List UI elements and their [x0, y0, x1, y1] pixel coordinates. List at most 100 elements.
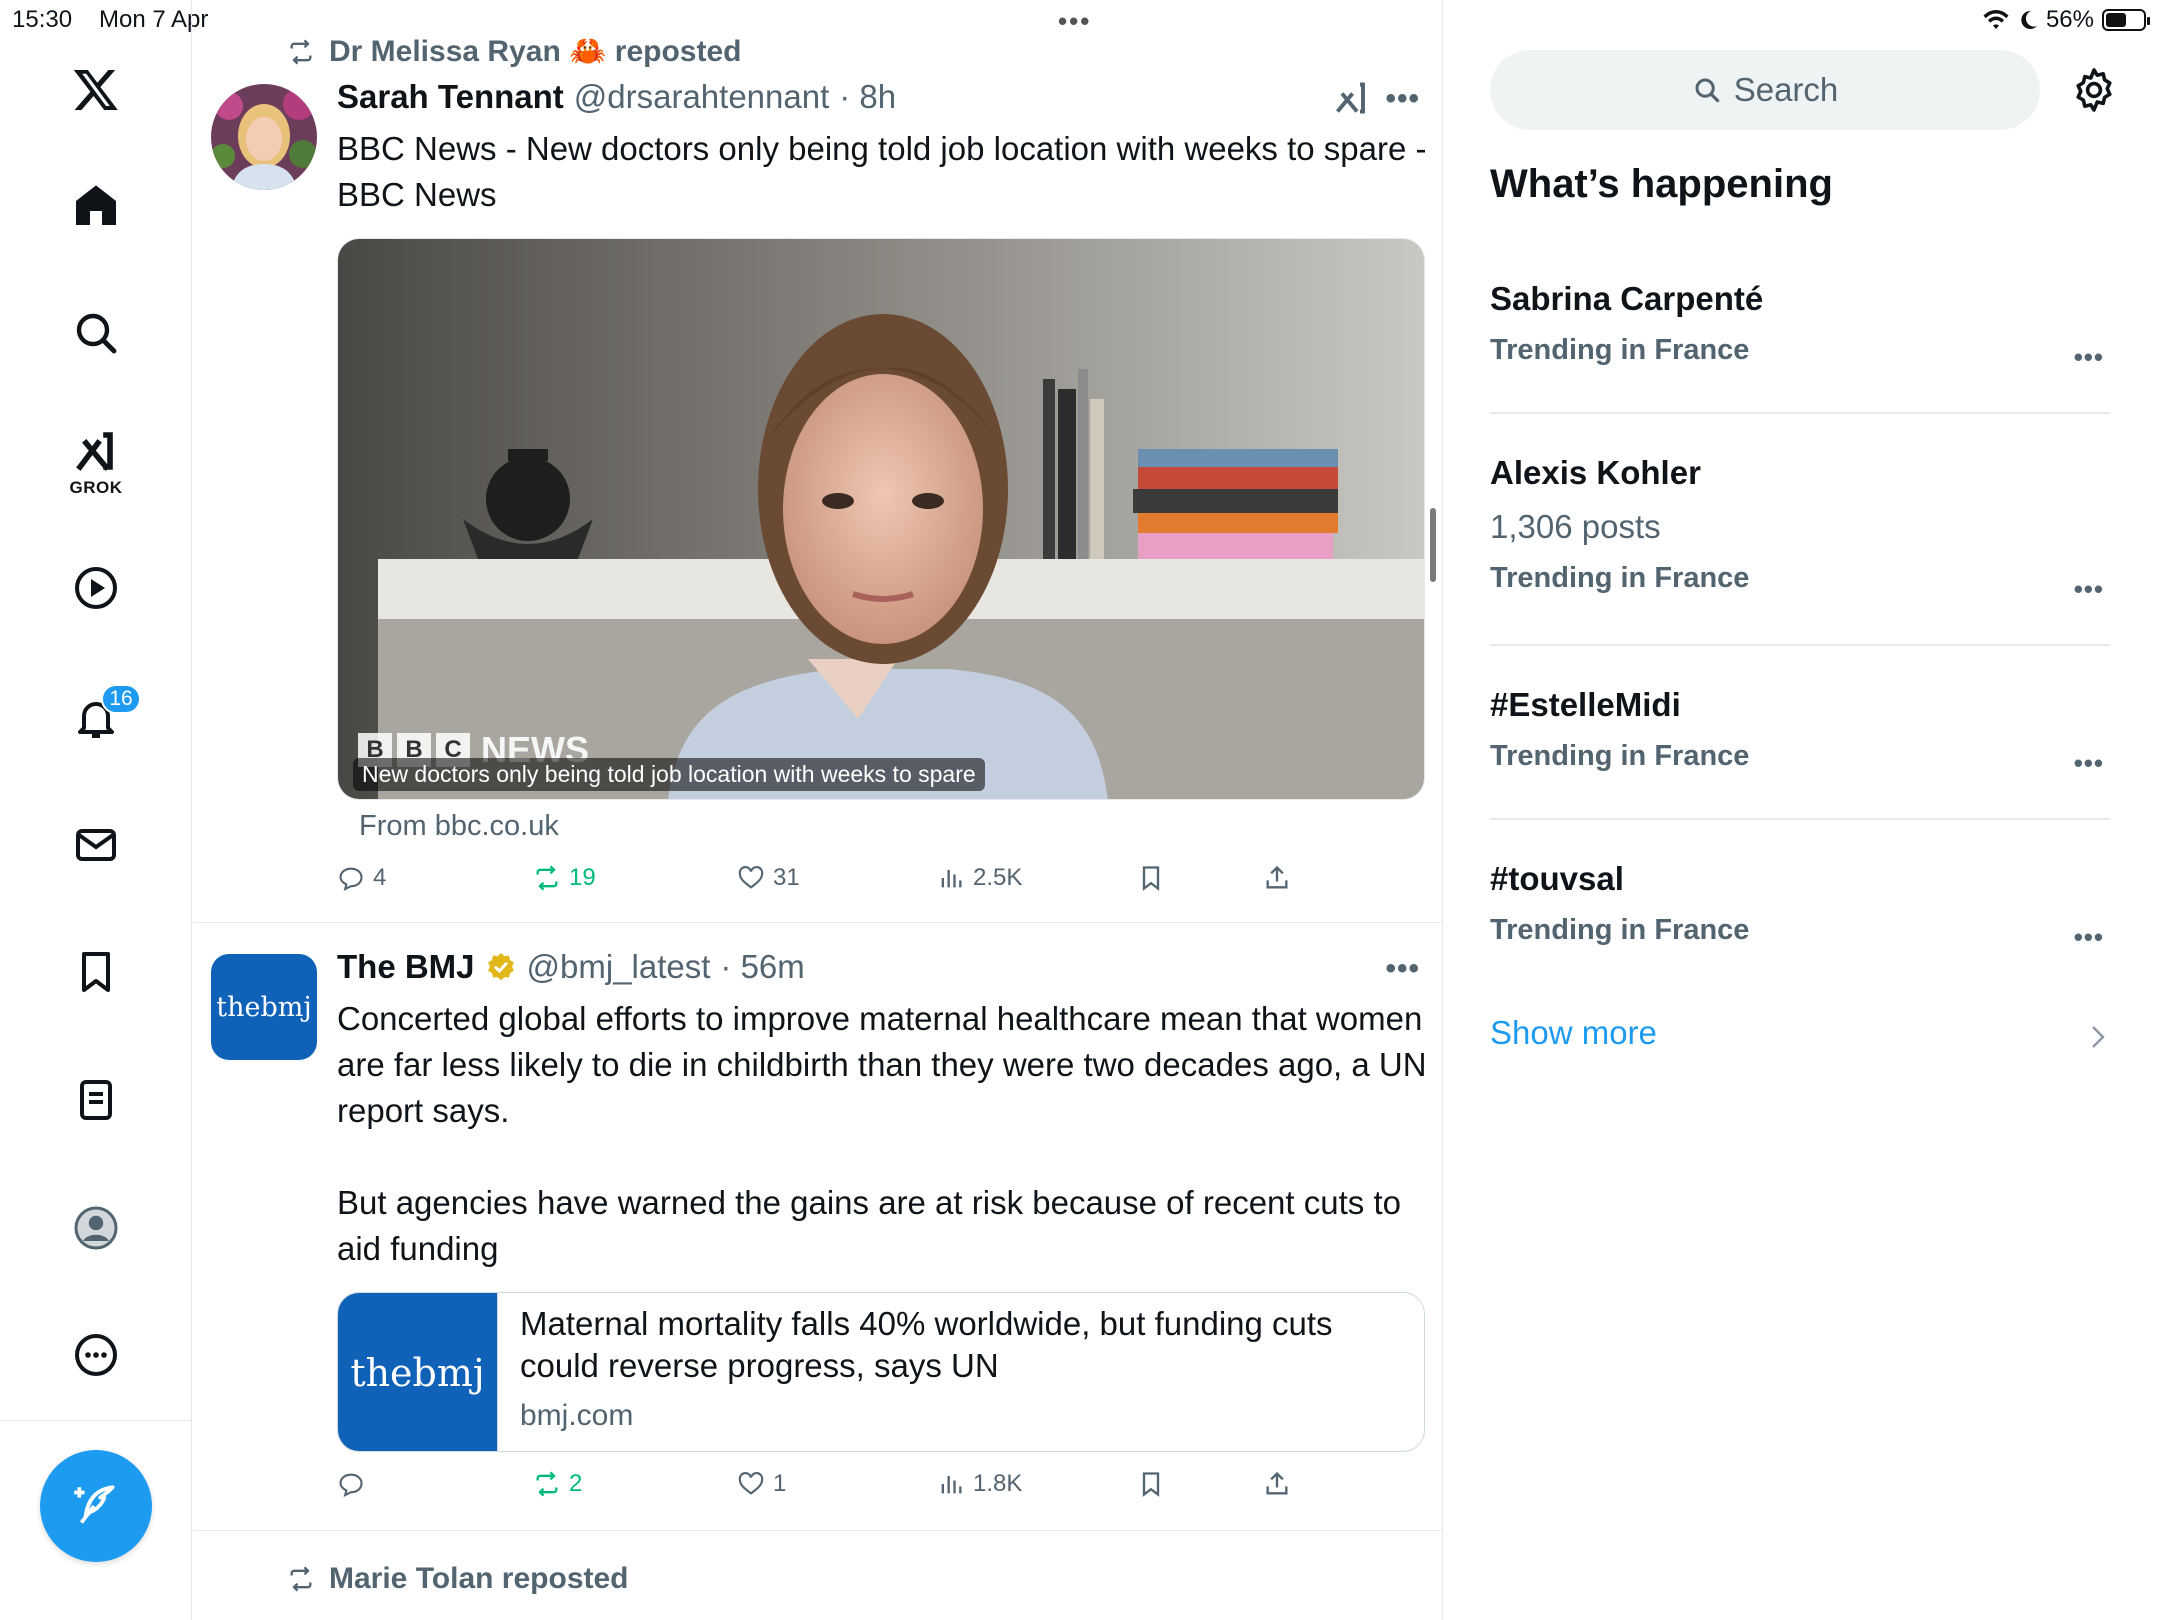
repost-icon: [536, 865, 558, 891]
bookmark-icon[interactable]: [61, 937, 131, 1007]
chevron-right-icon[interactable]: [2088, 1022, 2108, 1052]
repost-by-text[interactable]: Marie Tolan reposted: [329, 1562, 629, 1596]
repost-icon: [290, 39, 312, 64]
link-source[interactable]: From bbc.co.uk: [359, 810, 559, 843]
like-button[interactable]: 1: [737, 1470, 786, 1498]
post-time[interactable]: · 8h: [839, 78, 896, 116]
post-divider: [193, 1530, 1443, 1531]
share-button[interactable]: [1263, 864, 1291, 892]
grok-label: GROK: [69, 478, 123, 497]
grok-icon[interactable]: [1333, 80, 1369, 121]
home-icon[interactable]: [61, 170, 131, 240]
author-name[interactable]: Sarah Tennant: [337, 78, 564, 116]
scrollbar-thumb[interactable]: [1430, 508, 1436, 582]
link-card-thumbnail: thebmj: [338, 1293, 498, 1451]
bookmark-icon: [1142, 1472, 1160, 1497]
bookmark-button[interactable]: [1137, 864, 1165, 892]
post-text: Concerted global efforts to improve mate…: [337, 1000, 1427, 1129]
reply-button[interactable]: 4: [337, 864, 386, 892]
views-icon: [941, 869, 962, 888]
search-placeholder: Search: [1733, 71, 1839, 108]
repost-by-text[interactable]: Dr Melissa Ryan 🦀 reposted: [329, 34, 742, 69]
trend-item[interactable]: Sabrina Carpenté Trending in France •••: [1490, 280, 2110, 372]
post-header: Sarah Tennant @drsarahtennant · 8h: [337, 78, 896, 116]
post-more-icon[interactable]: •••: [1385, 952, 1420, 986]
post-text-continued: But agencies have warned the gains are a…: [337, 1184, 1401, 1267]
reply-icon: [339, 867, 363, 892]
trend-more-icon[interactable]: •••: [2074, 748, 2104, 779]
compose-button[interactable]: [40, 1450, 152, 1562]
bookmark-icon: [1142, 866, 1160, 891]
reply-count: 4: [373, 864, 387, 891]
grok-icon[interactable]: [61, 416, 131, 486]
post-time[interactable]: · 56m: [720, 948, 804, 986]
post-media-image[interactable]: B B C NEWS New doctors only being told j…: [337, 238, 1425, 800]
notifications-badge: 16: [101, 684, 141, 714]
repost-indicator: Dr Melissa Ryan 🦀 reposted: [285, 34, 742, 69]
left-nav: GROK 16: [0, 0, 192, 1620]
trend-name: #EstelleMidi: [1490, 686, 1681, 723]
repost-button[interactable]: 19: [533, 864, 596, 892]
post-actions: 4 19 31 2.5K: [337, 864, 1337, 904]
show-more-link[interactable]: Show more: [1490, 1014, 1657, 1052]
trend-post-count: 1,306 posts: [1490, 508, 1661, 545]
views-icon: [941, 1475, 962, 1494]
share-button[interactable]: [1263, 1470, 1291, 1498]
trend-name: #touvsal: [1490, 860, 1624, 897]
trend-more-icon[interactable]: •••: [2074, 922, 2104, 953]
author-handle[interactable]: @drsarahtennant: [574, 78, 830, 116]
mail-icon[interactable]: [61, 810, 131, 880]
like-button[interactable]: 31: [737, 864, 800, 892]
post-header: The BMJ @bmj_latest · 56m: [337, 948, 805, 986]
repost-button[interactable]: 2: [533, 1470, 582, 1498]
bookmark-button[interactable]: [1137, 1470, 1165, 1498]
repost-indicator: Marie Tolan reposted: [285, 1562, 629, 1596]
views-count: 1.8K: [973, 1470, 1023, 1497]
lists-icon[interactable]: [61, 1065, 131, 1135]
video-icon[interactable]: [61, 553, 131, 623]
trend-name: Sabrina Carpenté: [1490, 280, 1764, 317]
repost-count: 2: [569, 1470, 583, 1497]
author-handle[interactable]: @bmj_latest: [527, 948, 711, 986]
avatar-the-bmj[interactable]: thebmj: [211, 954, 317, 1060]
trend-more-icon[interactable]: •••: [2074, 342, 2104, 373]
trend-context: Trending in France: [1490, 740, 1750, 772]
gear-icon[interactable]: [2070, 66, 2118, 114]
timeline: Dr Melissa Ryan 🦀 reposted Sarah Tennant…: [193, 0, 1443, 1620]
trend-divider: [1490, 412, 2110, 414]
reply-button[interactable]: [337, 1470, 373, 1498]
verified-badge-icon: [487, 953, 514, 981]
whats-happening-title: What’s happening: [1490, 162, 1833, 206]
reply-icon: [339, 1473, 363, 1498]
like-count: 1: [773, 1470, 787, 1497]
search-icon: [1695, 78, 1719, 103]
link-card-domain: bmj.com: [520, 1399, 634, 1432]
views-count: 2.5K: [973, 864, 1023, 891]
repost-icon: [290, 1566, 312, 1592]
avatar-sarah-tennant[interactable]: [211, 84, 317, 190]
bmj-avatar-text: thebmj: [216, 991, 312, 1023]
author-name[interactable]: The BMJ: [337, 948, 475, 986]
post-actions: 2 1 1.8K: [337, 1470, 1337, 1510]
trend-item[interactable]: #EstelleMidi Trending in France •••: [1490, 686, 2110, 778]
post-more-icon[interactable]: •••: [1385, 82, 1420, 116]
nav-divider: [0, 1420, 192, 1421]
trend-more-icon[interactable]: •••: [2074, 574, 2104, 605]
share-icon: [1266, 865, 1288, 889]
trend-item[interactable]: Alexis Kohler 1,306 posts Trending in Fr…: [1490, 454, 2110, 604]
trend-divider: [1490, 644, 2110, 646]
profile-icon[interactable]: [61, 1193, 131, 1263]
search-input[interactable]: Search: [1490, 50, 2040, 130]
x-logo-icon[interactable]: [61, 54, 131, 124]
right-sidebar: Search What’s happening Sabrina Carpenté…: [1444, 0, 2160, 1620]
search-icon[interactable]: [61, 298, 131, 368]
link-card[interactable]: thebmj Maternal mortality falls 40% worl…: [337, 1292, 1425, 1452]
more-icon[interactable]: [61, 1320, 131, 1390]
views-button[interactable]: 2.5K: [937, 864, 1022, 892]
heart-icon: [738, 866, 764, 889]
post-divider: [193, 922, 1443, 923]
trend-item[interactable]: #touvsal Trending in France •••: [1490, 860, 2110, 952]
compose-icon: [74, 1485, 115, 1524]
views-button[interactable]: 1.8K: [937, 1470, 1022, 1498]
share-icon: [1266, 1471, 1288, 1495]
